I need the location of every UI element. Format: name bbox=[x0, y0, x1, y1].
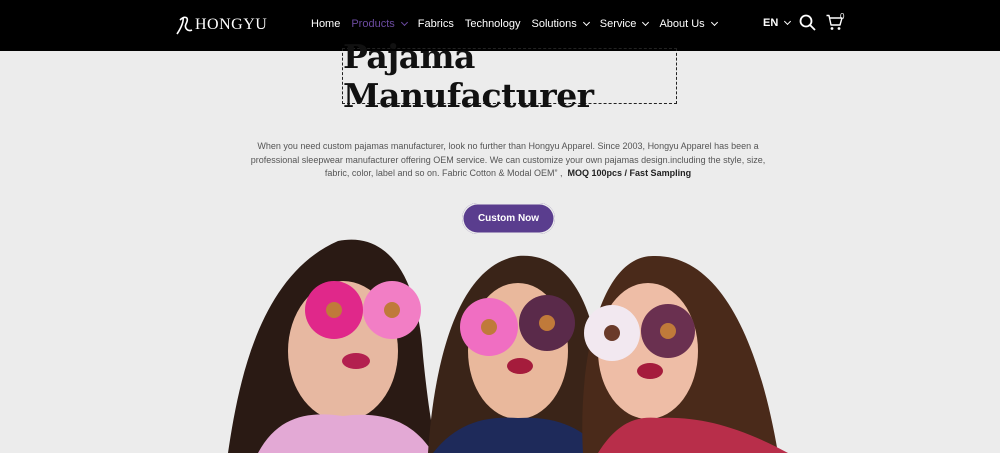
nav-technology[interactable]: Technology bbox=[465, 18, 521, 30]
language-selector[interactable]: EN bbox=[763, 17, 792, 29]
main-nav: Home Products Fabrics Technology Solutio… bbox=[311, 16, 728, 32]
search-icon[interactable] bbox=[799, 14, 816, 31]
nav-about-us[interactable]: About Us bbox=[659, 18, 718, 30]
nav-label: Solutions bbox=[531, 18, 577, 30]
nav-label: Home bbox=[311, 18, 341, 30]
logo-mark-icon bbox=[176, 16, 193, 35]
nav-label: Products bbox=[351, 18, 395, 30]
nav-label: About Us bbox=[659, 18, 705, 30]
nav-home[interactable]: Home bbox=[311, 18, 340, 30]
chevron-down-icon bbox=[400, 18, 408, 27]
page-title: Pajama Manufacturer bbox=[343, 37, 594, 115]
logo[interactable]: HONGYU bbox=[174, 13, 267, 37]
nav-label: Technology bbox=[464, 18, 521, 30]
chevron-down-icon bbox=[710, 18, 718, 27]
logo-text: HONGYU bbox=[195, 16, 268, 33]
nav-label: Service bbox=[599, 18, 637, 30]
cart-count-badge: 0 bbox=[840, 12, 845, 21]
custom-now-button[interactable]: Custom Now bbox=[462, 203, 555, 234]
nav-solutions[interactable]: Solutions bbox=[531, 18, 590, 30]
nav-label: Fabrics bbox=[417, 18, 454, 30]
nav-service[interactable]: Service bbox=[599, 18, 650, 30]
chevron-down-icon bbox=[642, 18, 650, 27]
nav-fabrics[interactable]: Fabrics bbox=[418, 18, 454, 30]
nav-products[interactable]: Products bbox=[351, 18, 408, 30]
title-frame: Pajama Manufacturer bbox=[342, 37, 677, 115]
chevron-down-icon bbox=[784, 17, 792, 26]
language-label: EN bbox=[763, 17, 779, 29]
moq-highlight: MOQ 100pcs / Fast Sampling bbox=[567, 168, 692, 178]
chevron-down-icon bbox=[582, 18, 590, 27]
hero-description: When you need custom pajamas manufacture… bbox=[250, 140, 766, 181]
hero-image bbox=[218, 236, 810, 453]
